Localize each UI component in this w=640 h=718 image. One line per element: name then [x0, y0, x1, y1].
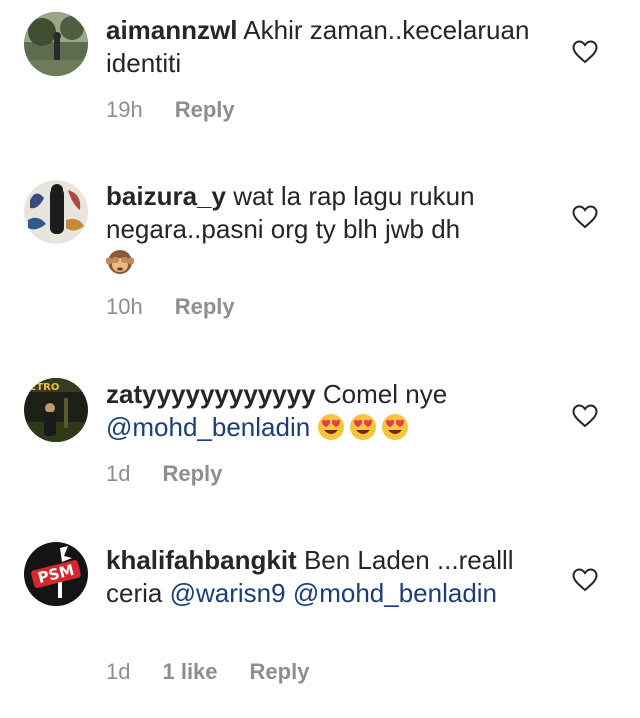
avatar-photo: [24, 12, 88, 76]
reply-button[interactable]: Reply: [175, 97, 235, 123]
like-heart-icon[interactable]: [572, 40, 598, 64]
mention-link[interactable]: @warisn9: [170, 578, 286, 608]
comment-body: khalifahbangkit Ben Laden ...realll ceri…: [106, 544, 566, 610]
avatar-photo: ΞTRO: [24, 378, 88, 442]
comment-time: 1d: [106, 659, 131, 684]
comment-username[interactable]: baizura_y: [106, 181, 226, 211]
comment-username[interactable]: aimannzwl: [106, 15, 237, 45]
heart-eyes-emoji-icon: [382, 414, 409, 440]
comment-body: zatyyyyyyyyyyyy Comel nye @mohd_benladin: [106, 378, 566, 444]
comment-time: 19h: [106, 97, 143, 122]
comment-text: Comel nye: [322, 379, 448, 409]
avatar[interactable]: [24, 180, 88, 244]
see-no-evil-monkey-icon: [106, 250, 134, 274]
comment-username[interactable]: zatyyyyyyyyyyyy: [106, 379, 316, 409]
comment-meta: 1d 1 like Reply: [106, 659, 341, 685]
heart-eyes-emoji-icon: [350, 414, 377, 440]
svg-text:ΞTRO: ΞTRO: [30, 382, 59, 393]
like-heart-icon[interactable]: [572, 404, 598, 428]
avatar[interactable]: [24, 12, 88, 76]
mention-link[interactable]: @mohd_benladin: [106, 412, 310, 442]
avatar[interactable]: ΞTRO: [24, 378, 88, 442]
comment-meta: 1d Reply: [106, 461, 254, 487]
psm-logo-icon: PSM: [24, 542, 88, 606]
comment-meta: 10h Reply: [106, 294, 267, 320]
comment-body: aimannzwl Akhir zaman..kecelaruan identi…: [106, 14, 566, 80]
comment-body: baizura_y wat la rap lagu rukun negara..…: [106, 180, 566, 279]
comment-time: 10h: [106, 294, 143, 319]
comment-meta: 19h Reply: [106, 97, 267, 123]
reply-button[interactable]: Reply: [250, 659, 310, 685]
comment-username[interactable]: khalifahbangkit: [106, 545, 297, 575]
like-heart-icon[interactable]: [572, 568, 598, 592]
avatar[interactable]: PSM: [24, 542, 88, 606]
like-heart-icon[interactable]: [572, 205, 598, 229]
likes-count-button[interactable]: 1 like: [162, 659, 217, 685]
mention-link[interactable]: @mohd_benladin: [293, 578, 497, 608]
comment-time: 1d: [106, 461, 131, 486]
reply-button[interactable]: Reply: [175, 294, 235, 320]
heart-eyes-emoji-icon: [318, 414, 345, 440]
reply-button[interactable]: Reply: [162, 461, 222, 487]
avatar-photo: [24, 180, 88, 244]
